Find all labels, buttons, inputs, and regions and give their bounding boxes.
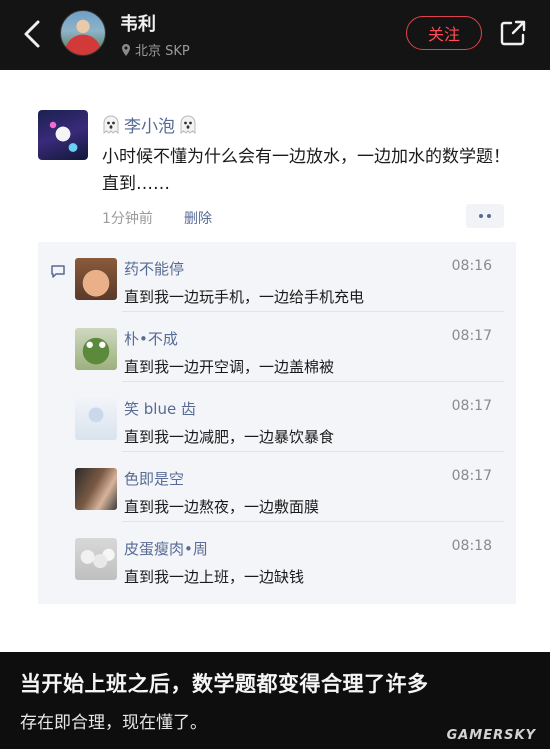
commenter-name[interactable]: 朴•不成	[124, 328, 178, 349]
caption-area: 当开始上班之后，数学题都变得合理了许多 存在即合理，现在懂了。 GAMERSKY	[0, 652, 550, 749]
comment-item[interactable]: 色即是空 08:17 直到我一边熬夜，一边敷面膜	[38, 452, 516, 522]
comment-text: 直到我一边熬夜，一边敷面膜	[124, 498, 320, 516]
commenter-name[interactable]: 药不能停	[124, 258, 184, 279]
comment-time: 08:17	[451, 468, 492, 484]
follow-button[interactable]: 关注	[406, 16, 482, 50]
username[interactable]: 韦利	[120, 10, 156, 36]
post-text: 小时候不懂为什么会有一边放水，一边加水的数学题！直到……	[102, 147, 510, 194]
ghost-emoji-icon	[180, 114, 196, 134]
commenter-avatar[interactable]	[75, 538, 117, 580]
watermark-logo: GAMERSKY	[446, 728, 536, 743]
share-icon[interactable]	[498, 18, 528, 48]
post-author[interactable]: 李小泡	[102, 112, 197, 137]
moments-screenshot: 李小泡 小时候不懂为什么会有一边放水，一边加水的数学题！直到…… 1分钟前 删除…	[0, 70, 550, 652]
commenter-name[interactable]: 笑 blue 齿	[124, 398, 196, 419]
comment-item[interactable]: 朴•不成 08:17 直到我一边开空调，一边盖棉被	[38, 312, 516, 382]
post-time: 1分钟前	[102, 211, 153, 227]
comment-list: 药不能停 08:16 直到我一边玩手机，一边给手机充电 朴•不成 08:17 直…	[38, 242, 516, 604]
post-author-name: 李小泡	[124, 117, 175, 137]
comment-text: 直到我一边玩手机，一边给手机充电	[124, 288, 365, 306]
comment-text: 直到我一边减肥，一边暴饮暴食	[124, 428, 335, 446]
comment-time: 08:18	[451, 538, 492, 554]
commenter-avatar[interactable]	[75, 328, 117, 370]
comment-time: 08:17	[451, 398, 492, 414]
user-avatar[interactable]	[60, 10, 106, 56]
top-bar: 韦利 北京 SKP 关注	[0, 0, 550, 70]
comment-item[interactable]: 笑 blue 齿 08:17 直到我一边减肥，一边暴饮暴食	[38, 382, 516, 452]
location-pin-icon	[122, 43, 130, 56]
commenter-name[interactable]: 色即是空	[124, 468, 184, 489]
ghost-emoji-icon	[103, 114, 119, 134]
comment-text: 直到我一边上班，一边缺钱	[124, 568, 305, 586]
commenter-avatar[interactable]	[75, 258, 117, 300]
post-author-avatar[interactable]	[38, 110, 88, 160]
location-line: 北京 SKP	[120, 40, 190, 59]
comment-time: 08:17	[451, 328, 492, 344]
commenter-name[interactable]: 皮蛋瘦肉•周	[124, 538, 208, 559]
caption-headline: 当开始上班之后，数学题都变得合理了许多	[20, 672, 429, 696]
commenter-avatar[interactable]	[75, 398, 117, 440]
more-dots-icon[interactable]	[466, 204, 504, 228]
comment-text: 直到我一边开空调，一边盖棉被	[124, 358, 335, 376]
comment-item[interactable]: 皮蛋瘦肉•周 08:18 直到我一边上班，一边缺钱	[38, 522, 516, 592]
comment-item[interactable]: 药不能停 08:16 直到我一边玩手机，一边给手机充电	[38, 242, 516, 312]
location-text: 北京 SKP	[135, 44, 190, 59]
delete-link[interactable]: 删除	[184, 208, 212, 228]
back-arrow-icon[interactable]	[18, 18, 46, 50]
caption-subtext: 存在即合理，现在懂了。	[20, 713, 207, 733]
commenter-avatar[interactable]	[75, 468, 117, 510]
comment-time: 08:16	[451, 258, 492, 274]
